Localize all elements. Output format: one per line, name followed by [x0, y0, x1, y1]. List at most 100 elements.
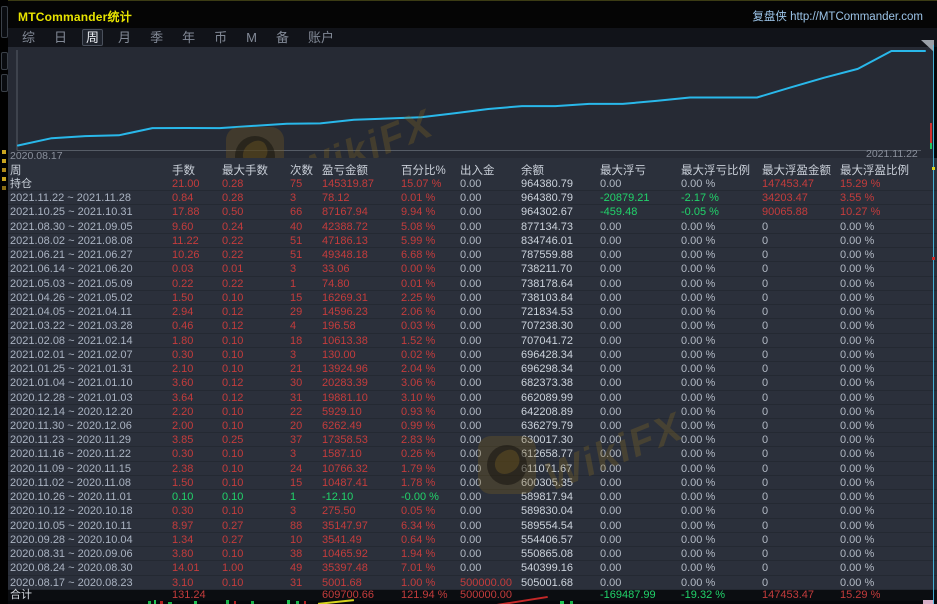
cell-week: 2020.11.16 ~ 2020.11.22	[10, 448, 131, 461]
table-row[interactable]: 2020.11.16 ~ 2020.11.220.300.1031587.100…	[8, 447, 937, 461]
cell-max-lots: 0.27	[222, 534, 243, 547]
menu-item-账户[interactable]: 账户	[305, 30, 337, 45]
table-row[interactable]: 2021.02.01 ~ 2021.02.070.300.103130.000.…	[8, 348, 937, 362]
cell-max-float-loss-pct: 0.00 %	[681, 320, 715, 333]
background-indicator-dot	[2, 168, 6, 172]
cell-max-float-profit-pct: 0.00 %	[840, 235, 874, 248]
open-position-row[interactable]: 持仓21.000.2875145319.8715.07 %0.00964380.…	[8, 177, 937, 191]
cell-balance: 630017.30	[521, 434, 573, 447]
table-row[interactable]: 2020.12.28 ~ 2021.01.033.640.123119881.1…	[8, 391, 937, 405]
cell-max-float-loss-pct: 0.00 %	[681, 520, 715, 533]
table-row[interactable]: 2021.03.22 ~ 2021.03.280.460.124196.580.…	[8, 319, 937, 333]
cell-lots: 0.46	[172, 320, 193, 333]
cell-week: 2021.02.08 ~ 2021.02.14	[10, 335, 133, 348]
menu-item-M[interactable]: M	[243, 30, 260, 45]
table-row[interactable]: 2021.10.25 ~ 2021.10.3117.880.506687167.…	[8, 205, 937, 219]
cell-max-float-profit-pct: 0.00 %	[840, 292, 874, 305]
chart-end-date-label: 2021.11.22	[866, 148, 918, 160]
cell-count: 37	[290, 434, 302, 447]
table-row[interactable]: 2020.12.14 ~ 2020.12.202.200.10225929.10…	[8, 405, 937, 419]
cell-max-lots: 0.10	[222, 420, 243, 433]
table-row[interactable]: 2020.11.09 ~ 2020.11.152.380.102410766.3…	[8, 462, 937, 476]
table-row[interactable]: 2021.04.26 ~ 2021.05.021.500.101516269.3…	[8, 291, 937, 305]
table-row[interactable]: 2020.08.31 ~ 2020.09.063.800.103810465.9…	[8, 547, 937, 561]
menu-item-季[interactable]: 季	[147, 30, 166, 45]
cell-pnl: 87167.94	[322, 206, 368, 219]
cell-max-float-loss-pct: 0.00 %	[681, 562, 715, 575]
cell-lots: 21.00	[172, 178, 200, 191]
cell-balance: 540399.16	[521, 562, 573, 575]
cell-week: 2021.08.30 ~ 2021.09.05	[10, 221, 133, 234]
table-row[interactable]: 2021.06.21 ~ 2021.06.2710.260.225149348.…	[8, 248, 937, 262]
table-row[interactable]: 2021.11.22 ~ 2021.11.280.840.28378.120.0…	[8, 191, 937, 205]
cell-max-float-profit: 0	[762, 278, 768, 291]
table-row[interactable]: 2020.11.30 ~ 2020.12.062.000.10206262.49…	[8, 419, 937, 433]
cell-pnl: 35397.48	[322, 562, 368, 575]
menu-item-日[interactable]: 日	[51, 30, 70, 45]
menu-item-币[interactable]: 币	[211, 30, 230, 45]
cell-week: 2020.11.23 ~ 2020.11.29	[10, 434, 131, 447]
cell-pct: 2.06 %	[401, 306, 435, 319]
cell-deposit: 0.00	[460, 221, 481, 234]
cell-max-float-loss-pct: 0.00 %	[681, 306, 715, 319]
cell-balance: 787559.88	[521, 249, 573, 262]
background-taskbar-button[interactable]	[1, 6, 8, 38]
cell-lots: 0.30	[172, 505, 193, 518]
table-row[interactable]: 2021.08.02 ~ 2021.08.0811.220.225147186.…	[8, 234, 937, 248]
table-row[interactable]: 2021.01.25 ~ 2021.01.312.100.102113924.9…	[8, 362, 937, 376]
background-indicator-dot	[2, 159, 6, 163]
cell-max-float-profit-pct: 0.00 %	[840, 278, 874, 291]
menu-item-周[interactable]: 周	[83, 30, 102, 45]
table-row[interactable]: 2020.11.02 ~ 2020.11.081.500.101510487.4…	[8, 476, 937, 490]
menu-item-备[interactable]: 备	[273, 30, 292, 45]
table-row[interactable]: 2020.10.26 ~ 2020.11.010.100.101-12.10-0…	[8, 490, 937, 504]
table-row[interactable]: 2020.10.05 ~ 2020.10.118.970.278835147.9…	[8, 519, 937, 533]
header-cell-max-float-profit: 最大浮盈金额	[762, 162, 831, 178]
menu-item-综[interactable]: 综	[19, 30, 38, 45]
background-taskbar-button[interactable]	[1, 74, 8, 92]
cell-max-float-loss-pct: 0.00 %	[681, 392, 715, 405]
cell-max-float-profit: 0	[762, 320, 768, 333]
table-row[interactable]: 2020.09.28 ~ 2020.10.041.340.27103541.49…	[8, 533, 937, 547]
cell-pnl: 275.50	[322, 505, 356, 518]
table-row[interactable]: 2021.08.30 ~ 2021.09.059.600.244042388.7…	[8, 220, 937, 234]
cell-max-float-profit-pct: 0.00 %	[840, 392, 874, 405]
table-row[interactable]: 2020.08.17 ~ 2020.08.233.100.10315001.68…	[8, 576, 937, 590]
titlebar: MTCommander统计 复盘侠 http://MTCommander.com	[8, 0, 937, 29]
table-row[interactable]: 2021.05.03 ~ 2021.05.090.220.22174.800.0…	[8, 277, 937, 291]
cell-pct: 3.06 %	[401, 377, 435, 390]
menu-item-年[interactable]: 年	[179, 30, 198, 45]
menu-item-月[interactable]: 月	[115, 30, 134, 45]
cell-deposit: 0.00	[460, 363, 481, 376]
cell-balance: 707238.30	[521, 320, 573, 333]
cell-max-lots: 0.12	[222, 392, 243, 405]
brand-link[interactable]: 复盘侠 http://MTCommander.com	[752, 8, 923, 24]
bottom-chart-fragments	[8, 600, 934, 604]
cell-pnl: 196.58	[322, 320, 356, 333]
cell-pnl: 78.12	[322, 192, 350, 205]
cell-max-float-loss: 0.00	[600, 392, 621, 405]
cell-max-float-profit-pct: 0.00 %	[840, 505, 874, 518]
table-row[interactable]: 2020.08.24 ~ 2020.08.3014.011.004935397.…	[8, 561, 937, 575]
table-row[interactable]: 2021.01.04 ~ 2021.01.103.600.123020283.3…	[8, 376, 937, 390]
header-cell-max-float-loss-pct: 最大浮亏比例	[681, 162, 750, 178]
cell-pct: 5.99 %	[401, 235, 435, 248]
table-row[interactable]: 2021.06.14 ~ 2021.06.200.030.01333.060.0…	[8, 262, 937, 276]
cell-max-float-profit-pct: 0.00 %	[840, 477, 874, 490]
table-row[interactable]: 2021.04.05 ~ 2021.04.112.940.122914596.2…	[8, 305, 937, 319]
cell-max-float-loss: 0.00	[600, 235, 621, 248]
header-cell-count: 次数	[290, 162, 313, 178]
cell-max-float-loss: -20879.21	[600, 192, 650, 205]
cell-max-float-profit-pct: 0.00 %	[840, 562, 874, 575]
cell-pnl: 5929.10	[322, 406, 362, 419]
table-row[interactable]: 2020.10.12 ~ 2020.10.180.300.103275.500.…	[8, 504, 937, 518]
cell-max-float-profit: 0	[762, 562, 768, 575]
cell-pnl: 5001.68	[322, 577, 362, 590]
table-row[interactable]: 2020.11.23 ~ 2020.11.293.850.253717358.5…	[8, 433, 937, 447]
background-taskbar-button[interactable]	[1, 52, 8, 70]
table-row[interactable]: 2021.02.08 ~ 2021.02.141.800.101810613.3…	[8, 334, 937, 348]
cell-deposit: 0.00	[460, 477, 481, 490]
cell-week: 2020.08.24 ~ 2020.08.30	[10, 562, 133, 575]
cell-pct: 0.01 %	[401, 278, 435, 291]
cell-lots: 17.88	[172, 206, 200, 219]
